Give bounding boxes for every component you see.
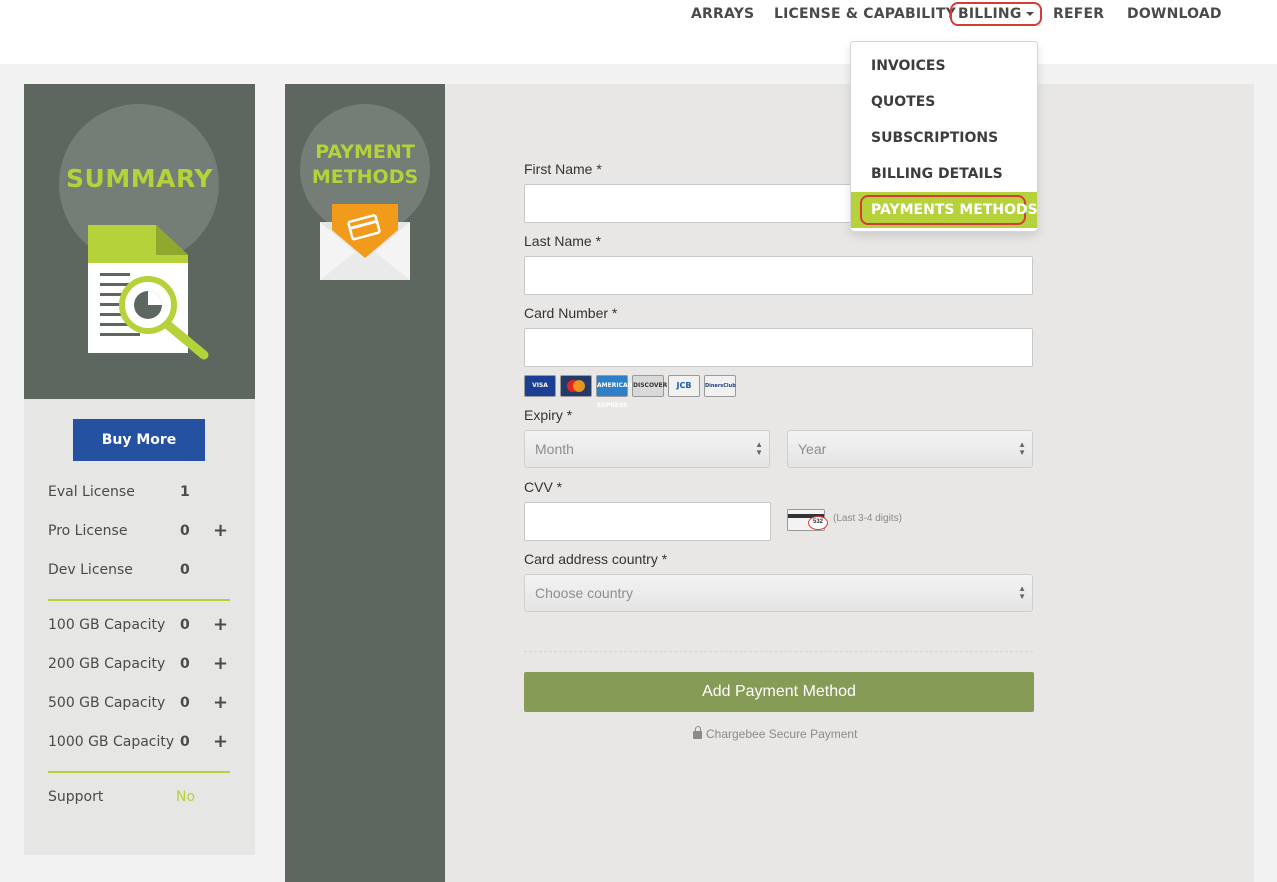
add-100gb-icon[interactable]: + (213, 614, 228, 635)
form-separator (524, 651, 1033, 652)
summary-panel: SUMMARY (24, 84, 255, 399)
menu-item-invoices[interactable]: INVOICES (871, 58, 946, 74)
select-arrows-icon: ▲ ▼ (1018, 440, 1026, 457)
nav-license-capability[interactable]: LICENSE & CAPABILITY (774, 6, 956, 22)
capacity-label: 500 GB Capacity (48, 695, 166, 711)
add-1000gb-icon[interactable]: + (213, 731, 228, 752)
license-label: Pro License (48, 523, 128, 539)
license-row-eval: Eval License 1 (48, 484, 248, 504)
mastercard-logo (567, 380, 585, 392)
jcb-icon: JCB (668, 375, 700, 397)
discover-icon: DISCOVER (632, 375, 667, 397)
nav-billing-label: BILLING (958, 6, 1022, 22)
add-200gb-icon[interactable]: + (213, 653, 228, 674)
secure-payment-text: Chargebee Secure Payment (706, 727, 858, 741)
payment-methods-column: PAYMENT METHODS (285, 84, 445, 882)
country-label: Card address country * (524, 551, 668, 567)
support-value: No (176, 789, 196, 805)
capacity-label: 1000 GB Capacity (48, 734, 175, 750)
menu-item-billing-details[interactable]: BILLING DETAILS (871, 166, 1003, 182)
license-count: 0 (180, 523, 190, 539)
capacity-count: 0 (180, 617, 190, 633)
nav-download[interactable]: DOWNLOAD (1127, 6, 1222, 22)
license-label: Eval License (48, 484, 135, 500)
lock-icon (693, 726, 702, 739)
country-placeholder: Choose country (535, 585, 634, 601)
visa-icon: VISA (524, 375, 556, 397)
capacity-count: 0 (180, 656, 190, 672)
cvv-sample-badge: 532 (808, 516, 828, 530)
payment-title-line2: METHODS (311, 166, 419, 188)
menu-item-subscriptions[interactable]: SUBSCRIPTIONS (871, 130, 998, 146)
capacity-label: 100 GB Capacity (48, 617, 166, 633)
capacity-row-200gb: 200 GB Capacity 0 + (48, 653, 248, 676)
chevron-down-icon (1025, 12, 1034, 16)
nav-arrays[interactable]: ARRAYS (691, 6, 754, 22)
payment-title-line1: PAYMENT (315, 141, 415, 163)
support-row: Support No (48, 789, 248, 809)
expiry-year-select[interactable]: Year ▲ ▼ (787, 430, 1033, 468)
nav-billing[interactable]: BILLING (950, 2, 1042, 26)
capacity-row-500gb: 500 GB Capacity 0 + (48, 692, 248, 715)
buy-more-button[interactable]: Buy More (73, 419, 205, 461)
diners-club-icon: DinersClub (704, 375, 736, 397)
license-row-pro: Pro License 0 + (48, 520, 248, 543)
add-500gb-icon[interactable]: + (213, 692, 228, 713)
expiry-label: Expiry * (524, 407, 573, 423)
support-label: Support (48, 789, 104, 805)
country-select[interactable]: Choose country ▲ ▼ (524, 574, 1033, 612)
add-pro-license-icon[interactable]: + (213, 520, 228, 541)
cvv-field[interactable] (524, 502, 771, 541)
secure-payment-note: Chargebee Secure Payment (693, 726, 858, 741)
license-label: Dev License (48, 562, 133, 578)
license-row-dev: Dev License 0 (48, 562, 248, 582)
capacity-label: 200 GB Capacity (48, 656, 166, 672)
divider (48, 771, 230, 773)
main-nav: ARRAYS LICENSE & CAPABILITY BILLING REFE… (0, 0, 1277, 32)
summary-title: SUMMARY (66, 164, 213, 193)
capacity-row-1000gb: 1000 GB Capacity 0 + (48, 731, 248, 754)
cvv-card-icon: 532 (787, 509, 828, 531)
first-name-label: First Name * (524, 161, 602, 177)
license-count: 0 (180, 562, 190, 578)
capacity-count: 0 (180, 695, 190, 711)
payment-methods-title: PAYMENT METHODS (285, 140, 445, 190)
year-placeholder: Year (798, 441, 827, 457)
summary-list: Buy More Eval License 1 Pro License 0 + … (24, 399, 255, 855)
mastercard-icon (560, 375, 592, 397)
last-name-label: Last Name * (524, 233, 602, 249)
menu-item-quotes[interactable]: QUOTES (871, 94, 935, 110)
select-arrows-icon: ▲ ▼ (1018, 584, 1026, 601)
menu-item-payments-methods[interactable]: PAYMENTS METHODS (860, 195, 1038, 225)
capacity-count: 0 (180, 734, 190, 750)
license-count: 1 (180, 484, 190, 500)
divider (48, 599, 230, 601)
menu-item-payments-methods-row: PAYMENTS METHODS (851, 192, 1038, 228)
nav-refer[interactable]: REFER (1053, 6, 1104, 22)
billing-dropdown-menu: INVOICES QUOTES SUBSCRIPTIONS BILLING DE… (850, 41, 1038, 232)
card-number-label: Card Number * (524, 305, 618, 321)
card-number-field[interactable] (524, 328, 1033, 367)
capacity-row-100gb: 100 GB Capacity 0 + (48, 614, 248, 637)
amex-icon: AMERICAN EXPRESS (596, 375, 633, 409)
top-navigation-bar: ARRAYS LICENSE & CAPABILITY BILLING REFE… (0, 0, 1277, 64)
report-magnifier-icon (88, 225, 209, 360)
expiry-month-select[interactable]: Month ▲ ▼ (524, 430, 770, 468)
last-name-field[interactable] (524, 256, 1033, 295)
add-payment-method-button[interactable]: Add Payment Method (524, 672, 1034, 712)
cvv-label: CVV * (524, 479, 563, 495)
cvv-hint: (Last 3-4 digits) (833, 513, 902, 524)
select-arrows-icon: ▲ ▼ (755, 440, 763, 457)
month-placeholder: Month (535, 441, 574, 457)
envelope-card-icon (320, 204, 410, 280)
